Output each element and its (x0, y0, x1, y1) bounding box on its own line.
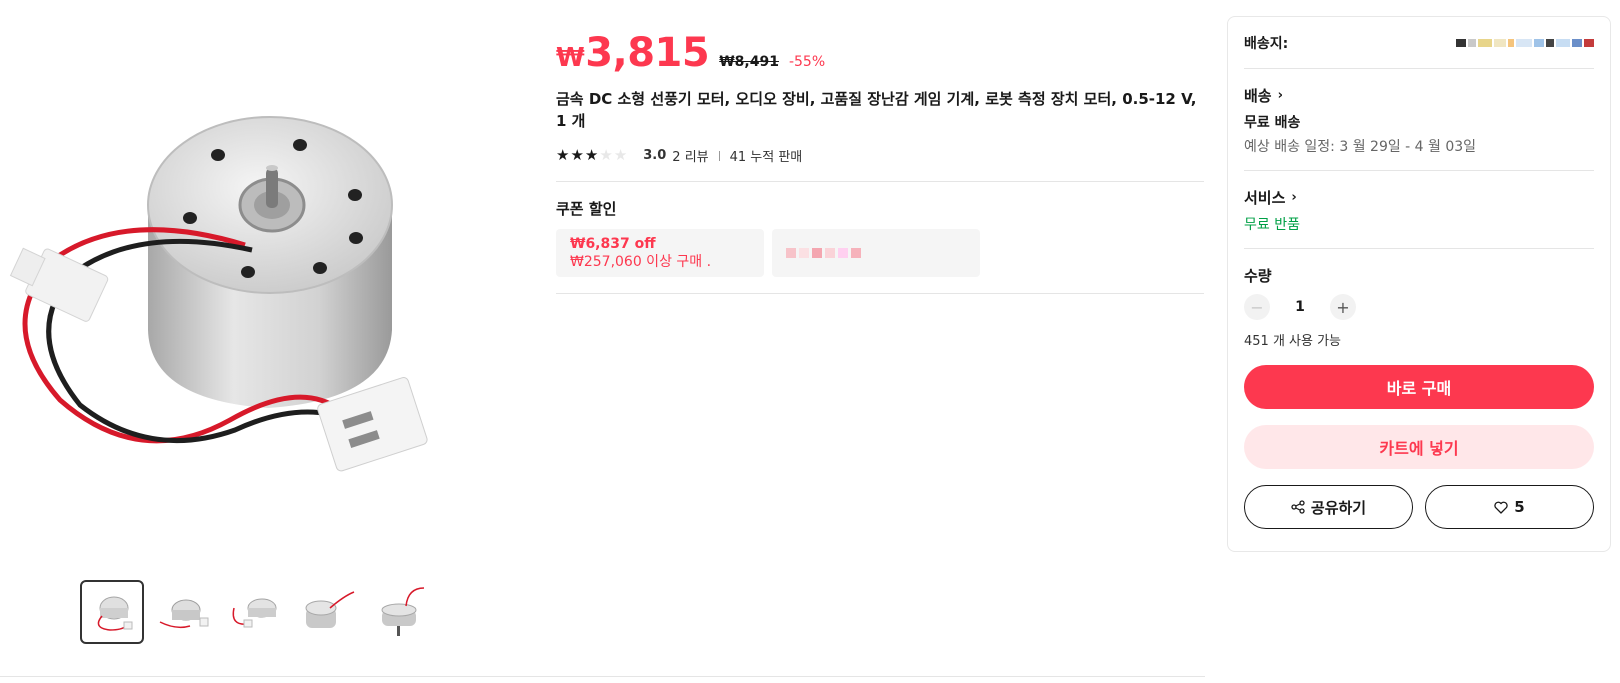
star-empty-icon: ★ (613, 146, 628, 164)
quantity-value[interactable]: 1 (1280, 299, 1320, 315)
quantity-stepper: − 1 + (1244, 294, 1594, 320)
motor-side-view-2 (232, 598, 277, 628)
coupon-card[interactable]: ₩6,837 off ₩257,060 이상 구매 . (556, 229, 764, 277)
available-stock: 451 개 사용 가능 (1244, 334, 1342, 349)
currency-symbol: ₩ (556, 43, 585, 73)
ship-to-label: 배송지: (1244, 35, 1289, 52)
heart-icon (1494, 501, 1508, 514)
thumbnail-3[interactable] (224, 580, 288, 644)
discount-badge: -55% (788, 54, 826, 70)
decrease-button[interactable]: − (1244, 294, 1270, 320)
thumbnail-strip (80, 580, 432, 644)
free-return-note: 무료 반품 (1244, 217, 1300, 233)
sold-count: 41 누적 판매 (729, 150, 803, 165)
coupon-heading: 쿠폰 할인 (556, 200, 617, 218)
motor-top-view (97, 596, 133, 631)
action-row: 공유하기 5 (1244, 485, 1594, 529)
add-to-cart-button[interactable]: 카트에 넣기 (1244, 425, 1594, 469)
service-label: 서비스 (1244, 189, 1286, 207)
wishlist-count: 5 (1514, 498, 1525, 516)
share-button[interactable]: 공유하기 (1244, 485, 1413, 529)
service-section: 서비스 › 무료 반품 (1244, 171, 1594, 249)
delivery-estimate: 예상 배송 일정: 3 월 29일 - 4 월 03일 (1244, 139, 1477, 155)
info-divider (556, 181, 1204, 182)
motor-bottom-view (381, 587, 425, 636)
rating-row[interactable]: ★ ★ ★ ★ ★ 3.0 2 리뷰 41 누적 판매 (556, 146, 1204, 166)
coupon-condition: ₩257,060 이상 구매 . (570, 254, 712, 270)
delivery-type: 무료 배송 (1244, 115, 1301, 131)
purchase-card: 배송지: 배송 › 무료 배송 예상 배송 일정: 3 월 29일 - 4 월 … (1227, 16, 1611, 552)
chevron-right-icon: › (1277, 88, 1283, 103)
coupon-amount: ₩6,837 off (570, 236, 656, 252)
main-product-image[interactable] (0, 0, 532, 560)
coupon-card-blurred[interactable] (772, 229, 980, 277)
delivery-label: 배송 (1244, 87, 1272, 105)
section-divider (0, 676, 1205, 677)
star-filled-icon: ★ (570, 146, 584, 164)
original-price: ₩8,491 (719, 54, 779, 70)
share-icon (1291, 500, 1305, 514)
divider (718, 150, 720, 161)
current-price: ₩3,815 (556, 30, 710, 76)
thumbnail-1[interactable] (80, 580, 144, 644)
motor-angle-view (305, 591, 355, 628)
delivery-section: 배송 › 무료 배송 예상 배송 일정: 3 월 29일 - 4 월 03일 (1244, 69, 1594, 171)
product-info: ₩3,815 ₩8,491 -55% 금속 DC 소형 선풍기 모터, 오디오 … (556, 30, 1204, 294)
review-count[interactable]: 2 리뷰 (672, 146, 708, 165)
service-title[interactable]: 서비스 › (1244, 187, 1594, 208)
star-filled-icon: ★ (556, 146, 570, 164)
thumbnail-2[interactable] (152, 580, 216, 644)
delivery-title[interactable]: 배송 › (1244, 85, 1594, 106)
price-row: ₩3,815 ₩8,491 -55% (556, 30, 1204, 76)
dc-motor-image (9, 116, 428, 472)
buy-now-button[interactable]: 바로 구매 (1244, 365, 1594, 409)
star-filled-icon: ★ (584, 146, 599, 164)
quantity-label: 수량 (1244, 267, 1272, 285)
share-label: 공유하기 (1310, 498, 1367, 517)
rating-score: 3.0 (643, 148, 667, 163)
star-empty-icon: ★ (599, 146, 613, 164)
info-divider (556, 293, 1204, 294)
increase-button[interactable]: + (1330, 294, 1356, 320)
star-rating: ★ ★ ★ ★ ★ (556, 148, 627, 163)
price-value: 3,815 (585, 30, 710, 76)
thumbnail-5[interactable] (368, 580, 432, 644)
coupon-list: ₩6,837 off ₩257,060 이상 구매 . (556, 229, 1204, 277)
ship-to-row[interactable]: 배송지: (1244, 17, 1594, 69)
address-blurred (1456, 38, 1594, 47)
chevron-right-icon: › (1291, 190, 1297, 205)
product-title: 금속 DC 소형 선풍기 모터, 오디오 장비, 고품질 장난감 게임 기계, … (556, 90, 1197, 130)
thumbnail-4[interactable] (296, 580, 360, 644)
wishlist-button[interactable]: 5 (1425, 485, 1594, 529)
product-page: ₩3,815 ₩8,491 -55% 금속 DC 소형 선풍기 모터, 오디오 … (0, 0, 1620, 683)
motor-side-view-1 (159, 599, 209, 629)
